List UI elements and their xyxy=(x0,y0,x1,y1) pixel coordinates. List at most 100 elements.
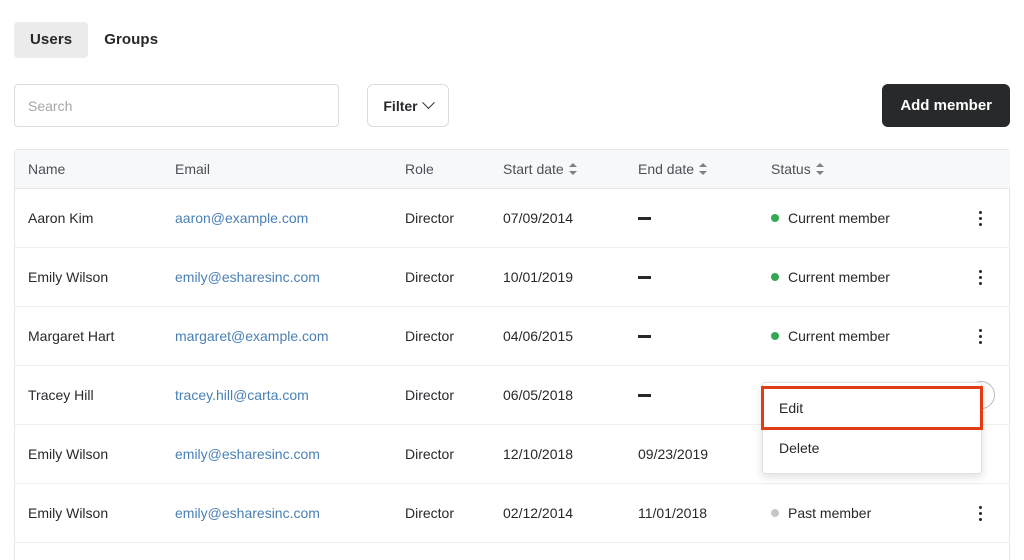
cell-end-date: 11/01/2018 xyxy=(638,483,771,543)
status-label: Current member xyxy=(788,328,890,344)
cell-start-date: 01/22/2014 xyxy=(503,543,638,560)
cell-name: Emily Wilson xyxy=(15,483,175,543)
column-header-name: Name xyxy=(15,150,175,189)
filter-button-label: Filter xyxy=(383,97,418,114)
table-row: Irving Brady Director01/22/201406/11/2015… xyxy=(15,543,1010,560)
cell-actions xyxy=(951,543,1010,560)
table-row: Margaret Hart margaret@example.com Directo… xyxy=(15,306,1010,366)
column-header-label: Start date xyxy=(503,161,564,177)
cell-email: emily@esharesinc.com xyxy=(175,424,405,484)
status-dot-icon xyxy=(771,214,779,222)
cell-name: Margaret Hart xyxy=(15,306,175,366)
cell-email xyxy=(175,543,405,560)
menu-item-delete[interactable]: Delete xyxy=(763,428,981,468)
status-label: Current member xyxy=(788,210,890,226)
cell-role: Director xyxy=(405,365,503,425)
column-header-end-date[interactable]: End date xyxy=(638,150,771,189)
search-input[interactable] xyxy=(14,84,339,127)
status-label: Current member xyxy=(788,269,890,285)
sort-icon[interactable] xyxy=(699,163,708,175)
empty-dash-icon xyxy=(638,335,651,338)
email-link[interactable]: margaret@example.com xyxy=(175,328,329,344)
row-actions-kebab-icon[interactable] xyxy=(967,204,995,232)
row-actions-kebab-icon[interactable] xyxy=(967,263,995,291)
cell-email: margaret@example.com xyxy=(175,306,405,366)
kebab-wrap xyxy=(951,322,1010,350)
cell-start-date: 12/10/2018 xyxy=(503,424,638,484)
column-header-status[interactable]: Status xyxy=(771,150,951,189)
cell-role: Director xyxy=(405,247,503,307)
cell-end-date: 09/23/2019 xyxy=(638,424,771,484)
sort-icon[interactable] xyxy=(568,163,577,175)
email-link[interactable]: aaron@example.com xyxy=(175,210,308,226)
add-member-button[interactable]: Add member xyxy=(882,84,1010,127)
email-link[interactable]: tracey.hill@carta.com xyxy=(175,387,309,403)
empty-dash-icon xyxy=(638,217,651,220)
cell-name: Emily Wilson xyxy=(15,424,175,484)
sort-icon[interactable] xyxy=(815,163,824,175)
cell-actions xyxy=(951,247,1010,307)
column-header-email: Email xyxy=(175,150,405,189)
column-header-label: Status xyxy=(771,161,811,177)
cell-end-date xyxy=(638,365,771,425)
tab-groups[interactable]: Groups xyxy=(88,22,174,58)
column-header-label: Name xyxy=(28,161,66,177)
members-page: UsersGroups Filter Add member Name Email R… xyxy=(0,0,1024,560)
cell-end-date xyxy=(638,306,771,366)
cell-email: emily@esharesinc.com xyxy=(175,483,405,543)
cell-role: Director xyxy=(405,188,503,248)
empty-dash-icon xyxy=(638,276,651,279)
row-actions-kebab-icon[interactable] xyxy=(967,322,995,350)
cell-end-date: 06/11/2015 xyxy=(638,543,771,560)
empty-dash-icon xyxy=(638,394,651,397)
table-body: Aaron Kim aaron@example.com Director 07/09/… xyxy=(15,188,1010,560)
status-badge: Current member xyxy=(771,328,951,344)
column-header-role: Role xyxy=(405,150,503,189)
table-header-row: Name Email Role Start date End date Status xyxy=(15,150,1010,189)
cell-status: Past member xyxy=(771,543,951,560)
cell-email: aaron@example.com xyxy=(175,188,405,248)
cell-name: Tracey Hill xyxy=(15,365,175,425)
cell-status: Current member xyxy=(771,247,951,307)
row-action-menu: Edit Delete xyxy=(761,382,983,474)
menu-item-edit[interactable]: Edit xyxy=(761,386,983,430)
tab-users[interactable]: Users xyxy=(14,22,89,58)
status-label: Past member xyxy=(788,505,872,521)
cell-role: Director xyxy=(405,424,503,484)
cell-role: Director xyxy=(405,306,503,366)
cell-end-date xyxy=(638,247,771,307)
filter-button[interactable]: Filter xyxy=(367,84,449,127)
tab-bar: Users Groups xyxy=(14,22,174,58)
status-badge: Current member xyxy=(771,269,951,285)
email-link[interactable]: emily@esharesinc.com xyxy=(175,269,320,285)
email-link[interactable]: emily@esharesinc.com xyxy=(175,505,320,521)
cell-status: Current member xyxy=(771,306,951,366)
cell-role: Director xyxy=(405,543,503,560)
cell-name: Emily Wilson xyxy=(15,247,175,307)
status-badge: Past member xyxy=(771,505,951,521)
email-link[interactable]: emily@esharesinc.com xyxy=(175,446,320,462)
cell-name: Aaron Kim xyxy=(15,188,175,248)
cell-start-date: 07/09/2014 xyxy=(503,188,638,248)
table-row: Aaron Kim aaron@example.com Director 07/09/… xyxy=(15,188,1010,248)
cell-email: emily@esharesinc.com xyxy=(175,247,405,307)
column-header-label: Email xyxy=(175,161,211,177)
cell-actions xyxy=(951,188,1010,248)
cell-status: Current member xyxy=(771,188,951,248)
column-header-label: End date xyxy=(638,161,695,177)
cell-actions xyxy=(951,483,1010,543)
kebab-wrap xyxy=(951,499,1010,527)
cell-actions xyxy=(951,306,1010,366)
row-actions-kebab-icon[interactable] xyxy=(967,499,995,527)
status-dot-icon xyxy=(771,332,779,340)
members-table-container: Name Email Role Start date End date Status Aa… xyxy=(14,149,1010,560)
cell-start-date: 06/05/2018 xyxy=(503,365,638,425)
column-header-start-date[interactable]: Start date xyxy=(503,150,638,189)
cell-email: tracey.hill@carta.com xyxy=(175,365,405,425)
status-badge: Current member xyxy=(771,210,951,226)
chevron-down-icon xyxy=(421,96,435,110)
status-dot-icon xyxy=(771,509,779,517)
table-row: Emily Wilson emily@esharesinc.com Director… xyxy=(15,247,1010,307)
cell-role: Director xyxy=(405,483,503,543)
kebab-wrap xyxy=(951,263,1010,291)
